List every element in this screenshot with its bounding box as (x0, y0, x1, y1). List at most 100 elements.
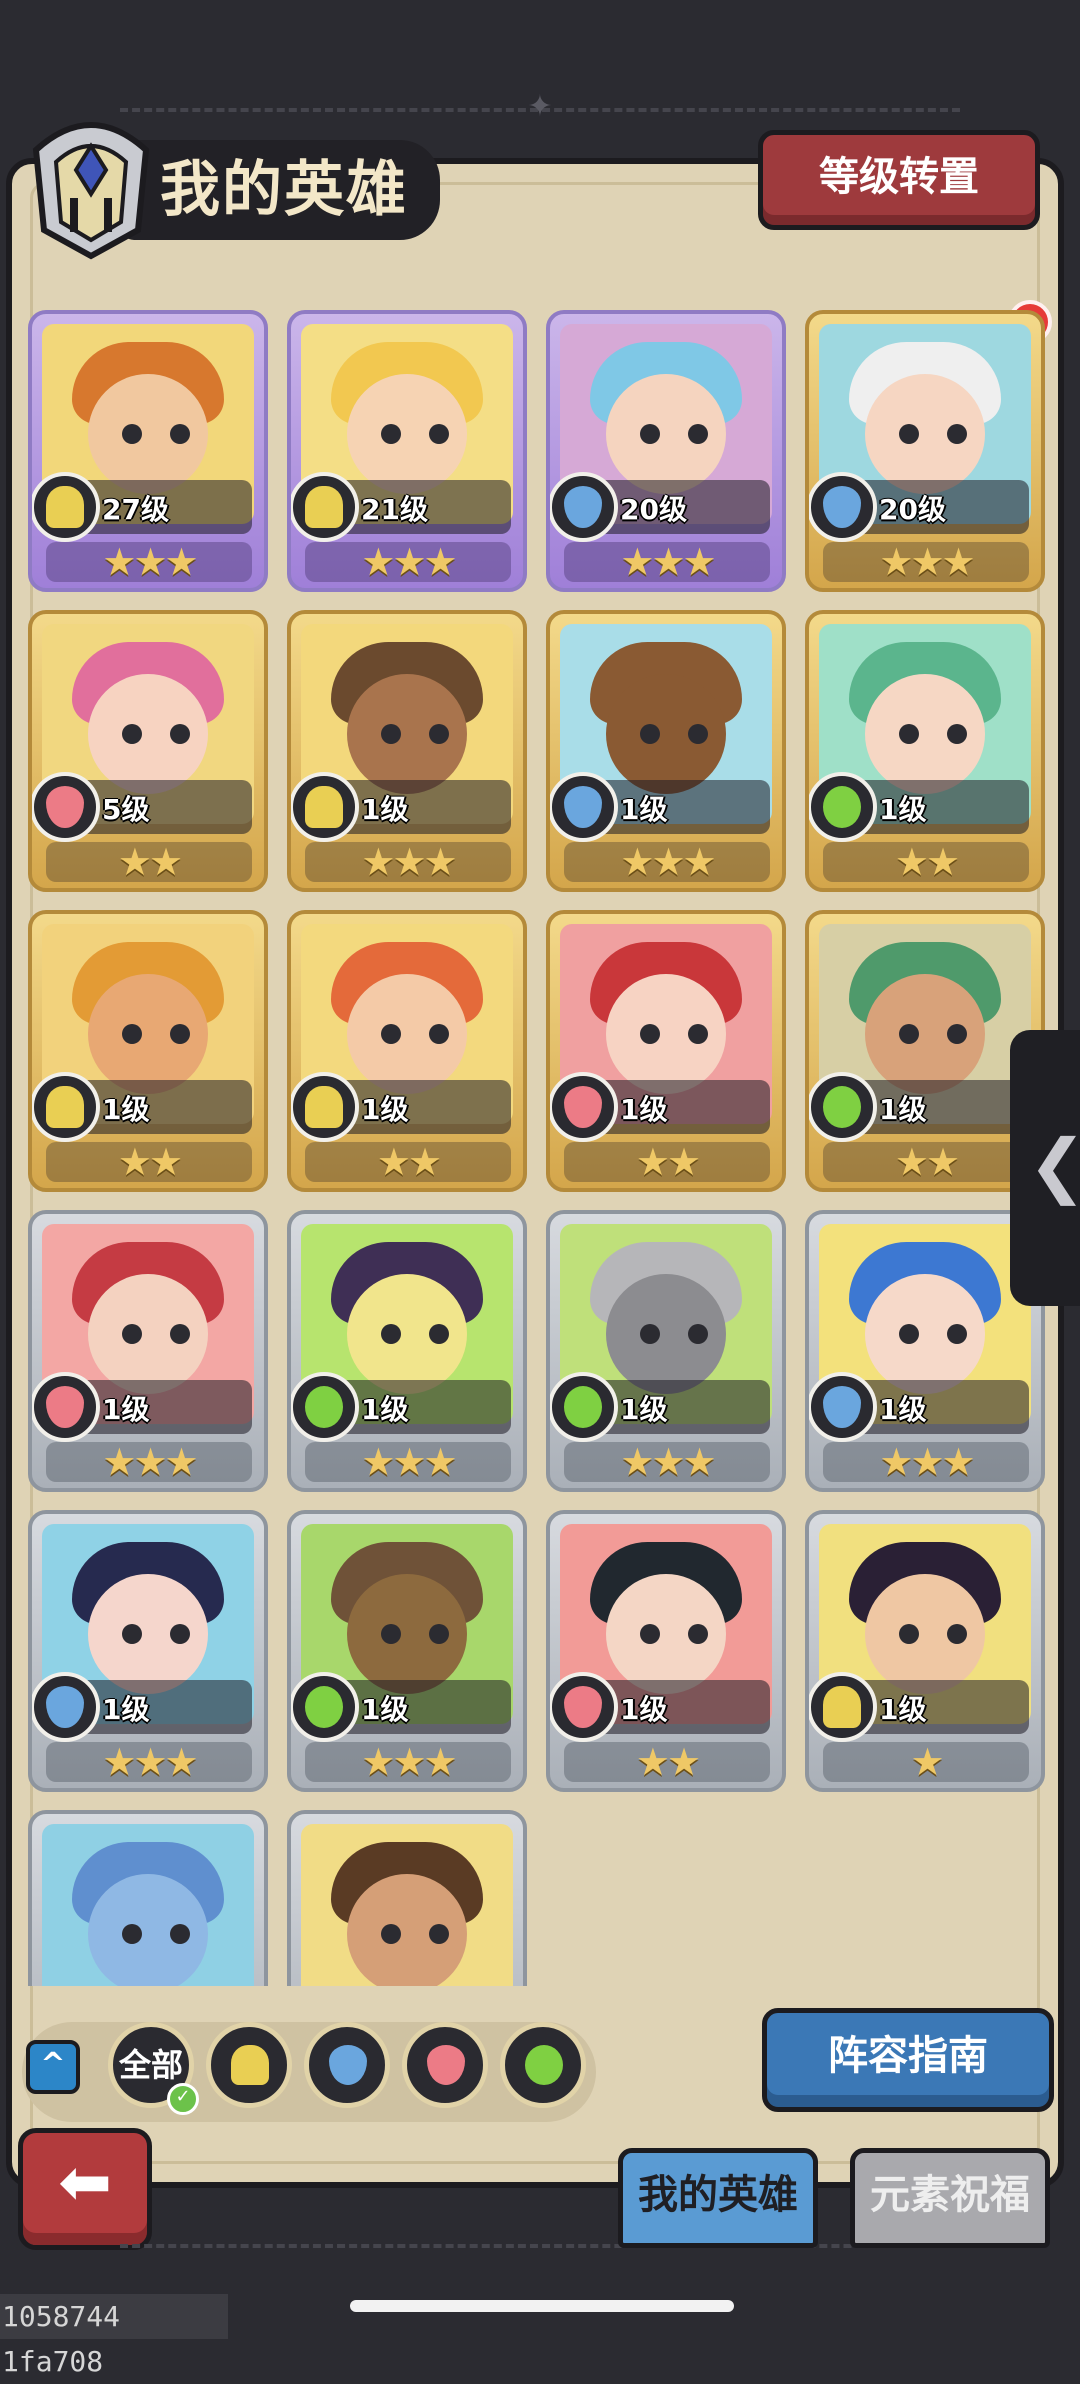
hero-stars: ★★★ (46, 1442, 252, 1482)
earth-element-icon (231, 2045, 269, 2085)
wood-element-icon (525, 2045, 563, 2085)
star-icons: ★★★ (879, 1440, 975, 1484)
wood-element-icon (291, 1372, 359, 1442)
hero-stars: ★ (823, 1742, 1029, 1782)
hero-level: 1级 (102, 1693, 150, 1726)
hero-card[interactable]: 1级 ★★ (805, 910, 1045, 1192)
home-indicator[interactable] (350, 2300, 734, 2312)
hero-card[interactable] (28, 1810, 268, 1986)
star-icons: ★★★ (361, 840, 457, 884)
page-title: 我的英雄 (160, 156, 408, 223)
back-arrow-icon: ⬅ (58, 2146, 112, 2220)
hero-card[interactable] (287, 1810, 527, 1986)
filter-earth-button[interactable] (206, 2022, 292, 2108)
chevron-left-icon: ❮ (1028, 1130, 1080, 1200)
hero-stars: ★★★ (823, 542, 1029, 582)
hero-level: 20级 (879, 493, 946, 526)
team-guide-button[interactable]: 阵容指南 (762, 2008, 1054, 2112)
hero-card[interactable]: 1级 ★★★ (28, 1210, 268, 1492)
hero-stars: ★★★ (564, 542, 770, 582)
wood-element-icon (809, 1072, 877, 1142)
hero-card[interactable]: 1级 ★★ (805, 610, 1045, 892)
wood-element-icon (550, 1372, 618, 1442)
fire-element-icon (550, 1072, 618, 1142)
side-pull-tab[interactable]: ❮ (1010, 1030, 1080, 1306)
hero-card[interactable]: 1级 ★ (805, 1510, 1045, 1792)
water-element-icon (550, 472, 618, 542)
hero-stars: ★★★ (305, 1742, 511, 1782)
hero-stars: ★★★ (305, 542, 511, 582)
filter-fire-button[interactable] (402, 2022, 488, 2108)
hero-stars: ★★ (823, 842, 1029, 882)
star-icons: ★★★ (102, 540, 198, 584)
hero-card[interactable]: 27级 ★★★ (28, 310, 268, 592)
earth-element-icon (291, 472, 359, 542)
hero-stars: ★★★ (46, 542, 252, 582)
hero-card[interactable]: 1级 ★★★ (546, 1210, 786, 1492)
hero-grid[interactable]: 27级 ★★★ 21级 ★★★ 20级 ★★★ 20级 ★★★ 5级 ★★ 1级 ★★★ 1级 ★★★ 1级… (28, 310, 1048, 1986)
hero-stars: ★★ (305, 1142, 511, 1182)
hero-level: 27级 (102, 493, 169, 526)
hero-card[interactable]: 1级 ★★ (287, 910, 527, 1192)
star-icons: ★★ (117, 1140, 183, 1184)
hero-level: 1级 (102, 1393, 150, 1426)
hero-card[interactable]: 1级 ★★ (546, 910, 786, 1192)
fire-element-icon (32, 1372, 100, 1442)
star-icons: ★★ (376, 1140, 442, 1184)
team-guide-label: 阵容指南 (828, 2033, 988, 2079)
filter-water-button[interactable] (304, 2022, 390, 2108)
filter-all-button[interactable]: 全部 ✓ (108, 2022, 199, 2115)
hero-level: 1级 (620, 1693, 668, 1726)
hero-portrait (42, 1824, 254, 1986)
hero-card[interactable]: 1级 ★★★ (287, 610, 527, 892)
star-icons: ★★★ (879, 540, 975, 584)
hero-stars: ★★ (46, 1142, 252, 1182)
hero-stars: ★★ (46, 842, 252, 882)
footer-id-text: 1058744 1fa708 (0, 2294, 228, 2378)
hero-card[interactable]: 21级 ★★★ (287, 310, 527, 592)
star-ornament-icon: ✦ (527, 89, 553, 124)
level-transfer-label: 等级转置 (819, 154, 979, 200)
tab-element-blessing-label: 元素祝福 (870, 2172, 1030, 2218)
hero-level: 1级 (620, 1093, 668, 1126)
star-icons: ★ (910, 1740, 944, 1784)
hero-card[interactable]: 20级 ★★★ (805, 310, 1045, 592)
fire-element-icon (427, 2045, 465, 2085)
star-icons: ★★ (894, 1140, 960, 1184)
star-icons: ★★ (894, 840, 960, 884)
hero-card[interactable]: 1级 ★★ (546, 1510, 786, 1792)
hero-level: 5级 (102, 793, 150, 826)
hero-card[interactable]: 1级 ★★ (28, 910, 268, 1192)
hero-level: 1级 (102, 1093, 150, 1126)
star-icons: ★★★ (102, 1440, 198, 1484)
hero-card[interactable]: 1级 ★★★ (287, 1210, 527, 1492)
earth-element-icon (291, 1072, 359, 1142)
hero-card[interactable]: 1级 ★★★ (805, 1210, 1045, 1492)
star-icons: ★★ (635, 1740, 701, 1784)
tab-element-blessing[interactable]: 元素祝福 (850, 2148, 1050, 2248)
star-icons: ★★★ (361, 1440, 457, 1484)
back-button[interactable]: ⬅ (18, 2128, 152, 2250)
hero-card[interactable]: 20级 ★★★ (546, 310, 786, 592)
hero-stars: ★★ (823, 1142, 1029, 1182)
star-icons: ★★★ (620, 840, 716, 884)
earth-element-icon (809, 1672, 877, 1742)
hero-card[interactable]: 5级 ★★ (28, 610, 268, 892)
hero-stars: ★★★ (305, 842, 511, 882)
hero-card[interactable]: 1级 ★★★ (287, 1510, 527, 1792)
hero-card[interactable]: 1级 ★★★ (28, 1510, 268, 1792)
level-transfer-button[interactable]: 等级转置 (758, 130, 1040, 230)
hero-level: 1级 (620, 1393, 668, 1426)
filter-wood-button[interactable] (500, 2022, 586, 2108)
wood-element-icon (291, 1672, 359, 1742)
hero-level: 1级 (361, 1693, 409, 1726)
water-element-icon (550, 772, 618, 842)
hero-level: 1级 (361, 1093, 409, 1126)
hero-card[interactable]: 1级 ★★★ (546, 610, 786, 892)
hero-level: 1级 (879, 793, 927, 826)
hero-level: 20级 (620, 493, 687, 526)
tab-my-heroes[interactable]: 我的英雄 (618, 2148, 818, 2248)
collapse-button[interactable]: ^ (26, 2040, 80, 2094)
hero-level: 21级 (361, 493, 428, 526)
hero-portrait (301, 1824, 513, 1986)
